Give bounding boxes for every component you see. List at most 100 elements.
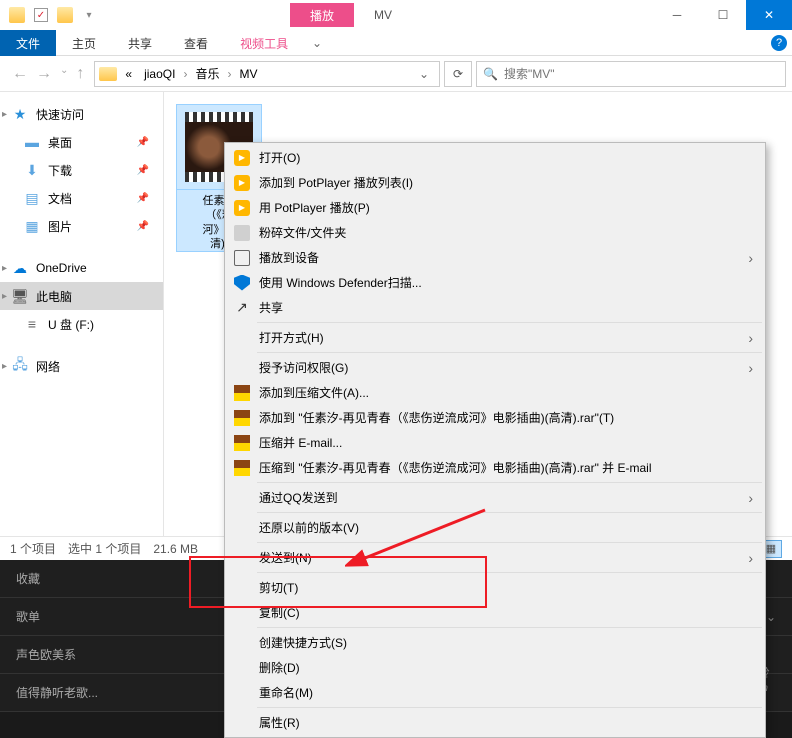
sidebar-documents[interactable]: ▤文档📌	[0, 184, 163, 212]
nav-arrows: ← → ⌄ ↑	[6, 65, 90, 83]
network-icon: 🖧	[12, 358, 28, 374]
menu-share[interactable]: ↗共享	[227, 295, 763, 320]
menu-add-archive[interactable]: 添加到压缩文件(A)...	[227, 380, 763, 405]
sidebar-quick-access[interactable]: ★ 快速访问	[0, 100, 163, 128]
separator	[257, 627, 762, 628]
menu-restore-versions[interactable]: 还原以前的版本(V)	[227, 515, 763, 540]
bg-label: 值得静听老歌...	[16, 684, 98, 701]
menu-grant-access[interactable]: 授予访问权限(G)›	[227, 355, 763, 380]
filmstrip-icon	[185, 112, 253, 122]
address-bar[interactable]: « jiaoQI › 音乐 › MV ⌄	[94, 61, 440, 87]
potplayer-icon	[233, 199, 251, 217]
sidebar-this-pc[interactable]: 🖥此电脑	[0, 282, 163, 310]
menu-cut[interactable]: 剪切(T)	[227, 575, 763, 600]
sidebar-label: 桌面	[48, 134, 72, 151]
play-context-tab[interactable]: 播放	[290, 3, 354, 27]
window-title: MV	[374, 8, 392, 22]
refresh-button[interactable]: ⟳	[444, 61, 472, 87]
menu-open[interactable]: 打开(O)	[227, 145, 763, 170]
address-dropdown[interactable]: ⌄	[413, 67, 435, 81]
menu-open-with[interactable]: 打开方式(H)›	[227, 325, 763, 350]
sidebar-downloads[interactable]: ⬇下载📌	[0, 156, 163, 184]
sidebar-label: 快速访问	[36, 106, 84, 123]
pin-icon: 📌	[137, 137, 149, 148]
search-input[interactable]	[504, 67, 779, 81]
collapse-ribbon-icon[interactable]: ⌄	[304, 30, 330, 55]
breadcrumb-item[interactable]: 音乐	[191, 65, 223, 82]
sidebar-label: OneDrive	[36, 261, 87, 275]
search-box[interactable]: 🔍	[476, 61, 786, 87]
minimize-button[interactable]: ─	[654, 0, 700, 30]
tab-share[interactable]: 共享	[112, 30, 168, 56]
status-selected: 选中 1 个项目	[68, 540, 141, 557]
status-size: 21.6 MB	[153, 542, 198, 556]
sidebar-pictures[interactable]: ▦图片📌	[0, 212, 163, 240]
cloud-icon: ☁	[12, 260, 28, 276]
separator	[257, 707, 762, 708]
forward-button[interactable]: →	[36, 65, 52, 83]
separator	[257, 512, 762, 513]
folder-icon[interactable]	[6, 4, 28, 26]
menu-send-to[interactable]: 发送到(N)›	[227, 545, 763, 570]
menu-copy[interactable]: 复制(C)	[227, 600, 763, 625]
desktop-icon: ▬	[24, 134, 40, 150]
rar-icon	[233, 459, 251, 477]
tab-home[interactable]: 主页	[56, 30, 112, 56]
breadcrumb-item[interactable]: jiaoQI	[140, 67, 179, 81]
maximize-button[interactable]: ☐	[700, 0, 746, 30]
menu-qq-send[interactable]: 通过QQ发送到›	[227, 485, 763, 510]
menu-shortcut[interactable]: 创建快捷方式(S)	[227, 630, 763, 655]
menu-compress-rar-email[interactable]: 压缩到 "任素汐-再见青春（《悲伤逆流成河》电影插曲)(高清).rar" 并 E…	[227, 455, 763, 480]
help-icon[interactable]: ?	[766, 30, 792, 55]
rar-icon	[233, 384, 251, 402]
rar-icon	[233, 434, 251, 452]
menu-cast[interactable]: 播放到设备›	[227, 245, 763, 270]
sidebar-onedrive[interactable]: ☁ OneDrive	[0, 254, 163, 282]
breadcrumb-item[interactable]: MV	[235, 67, 261, 81]
menu-properties[interactable]: 属性(R)	[227, 710, 763, 735]
folder-icon[interactable]	[54, 4, 76, 26]
menu-rename[interactable]: 重命名(M)	[227, 680, 763, 705]
sidebar-usb[interactable]: ≡U 盘 (F:)	[0, 310, 163, 338]
tab-video-tools[interactable]: 视频工具	[224, 30, 304, 56]
bg-label: 收藏	[16, 570, 40, 587]
shredder-icon	[233, 224, 251, 242]
menu-add-rar[interactable]: 添加到 "任素汐-再见青春（《悲伤逆流成河》电影插曲)(高清).rar"(T)	[227, 405, 763, 430]
chevron-right-icon[interactable]: ›	[227, 67, 231, 81]
separator	[257, 572, 762, 573]
sidebar-network[interactable]: 🖧网络	[0, 352, 163, 380]
tab-view[interactable]: 查看	[168, 30, 224, 56]
close-button[interactable]: ✕	[746, 0, 792, 30]
sidebar-label: 文档	[48, 190, 72, 207]
up-button[interactable]: ↑	[76, 65, 84, 83]
share-icon: ↗	[233, 299, 251, 317]
menu-delete[interactable]: 删除(D)	[227, 655, 763, 680]
sidebar-label: 此电脑	[36, 288, 72, 305]
star-icon: ★	[12, 106, 28, 122]
chevron-right-icon[interactable]: ›	[183, 67, 187, 81]
menu-shred[interactable]: 粉碎文件/文件夹	[227, 220, 763, 245]
sidebar-desktop[interactable]: ▬ 桌面 📌	[0, 128, 163, 156]
pin-icon: 📌	[137, 193, 149, 204]
rar-icon	[233, 409, 251, 427]
checkbox-icon[interactable]: ✓	[30, 4, 52, 26]
context-menu: 打开(O) 添加到 PotPlayer 播放列表(I) 用 PotPlayer …	[224, 142, 766, 738]
shield-icon	[233, 274, 251, 292]
ribbon-tabs: 文件 主页 共享 查看 视频工具 ⌄ ?	[0, 30, 792, 56]
back-button[interactable]: ←	[12, 65, 28, 83]
history-dropdown[interactable]: ⌄	[60, 65, 68, 83]
chevron-down-icon: ⌄	[766, 610, 776, 624]
separator	[257, 482, 762, 483]
window-controls: ─ ☐ ✕	[654, 0, 792, 30]
bg-label: 歌单	[16, 608, 40, 625]
menu-play-potplayer[interactable]: 用 PotPlayer 播放(P)	[227, 195, 763, 220]
titlebar: ✓ ▾ 播放 MV ─ ☐ ✕	[0, 0, 792, 30]
tab-file[interactable]: 文件	[0, 30, 56, 56]
menu-compress-email[interactable]: 压缩并 E-mail...	[227, 430, 763, 455]
menu-add-potplayer[interactable]: 添加到 PotPlayer 播放列表(I)	[227, 170, 763, 195]
menu-defender[interactable]: 使用 Windows Defender扫描...	[227, 270, 763, 295]
sidebar: ★快速访问 ▬桌面📌 ⬇下载📌 ▤文档📌 ▦图片📌 ☁OneDrive 🖥此电脑…	[0, 92, 164, 536]
qat-dropdown-icon[interactable]: ▾	[78, 4, 100, 26]
pin-icon: 📌	[137, 221, 149, 232]
chevron-right-icon: ›	[748, 360, 753, 376]
